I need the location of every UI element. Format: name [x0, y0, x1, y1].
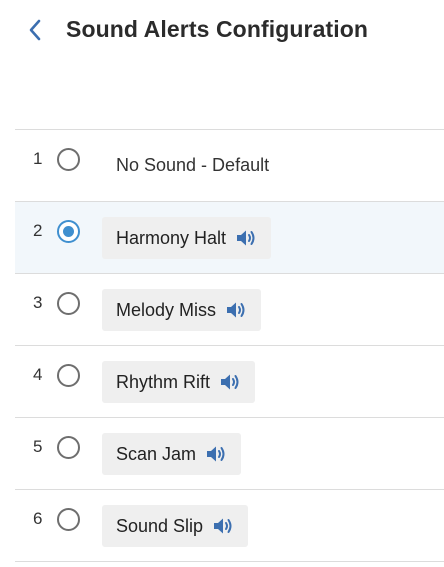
option-number: 6 — [33, 509, 43, 528]
sound-preview-chip[interactable]: Rhythm Rift — [102, 361, 256, 403]
speaker-icon[interactable] — [212, 516, 234, 536]
chevron-left-icon — [29, 19, 41, 41]
page-title: Sound Alerts Configuration — [66, 16, 369, 42]
option-number: 5 — [33, 437, 43, 456]
sound-option-row[interactable]: 3 Melody Miss — [15, 274, 444, 346]
sound-preview-chip[interactable]: Scan Jam — [102, 433, 242, 475]
sound-option-row[interactable]: 4 Rhythm Rift — [15, 346, 444, 418]
header: Sound Alerts Configuration — [0, 0, 444, 62]
sound-preview-chip[interactable]: Melody Miss — [102, 289, 262, 331]
speaker-icon[interactable] — [205, 444, 227, 464]
option-label: Scan Jam — [116, 443, 197, 464]
speaker-icon[interactable] — [225, 300, 247, 320]
sound-preview-chip[interactable]: Harmony Halt — [102, 217, 272, 259]
option-number: 3 — [33, 293, 43, 312]
option-label: Harmony Halt — [116, 227, 227, 248]
option-radio[interactable] — [57, 292, 80, 315]
sound-option-row[interactable]: 1 No Sound - Default — [15, 130, 444, 202]
option-number: 2 — [33, 221, 43, 240]
speaker-icon[interactable] — [235, 228, 257, 248]
option-label: Sound Slip — [116, 515, 204, 536]
option-radio-selected[interactable] — [57, 220, 80, 243]
sound-preview-chip[interactable]: Sound Slip — [102, 505, 249, 547]
sound-option-row[interactable]: 5 Scan Jam — [15, 418, 444, 490]
option-label: Melody Miss — [116, 299, 217, 320]
option-radio[interactable] — [57, 148, 80, 171]
option-label: No Sound - Default — [116, 155, 270, 175]
option-label: Rhythm Rift — [116, 371, 211, 392]
sound-options-list: 1 No Sound - Default 2 Harmony Halt 3 Me… — [15, 129, 444, 562]
option-radio[interactable] — [57, 364, 80, 387]
option-radio[interactable] — [57, 436, 80, 459]
back-button[interactable] — [22, 16, 48, 44]
speaker-icon[interactable] — [219, 372, 241, 392]
option-number: 1 — [33, 149, 43, 168]
option-radio[interactable] — [57, 508, 80, 531]
option-number: 4 — [33, 365, 43, 384]
radio-dot — [63, 226, 74, 237]
sound-option-row[interactable]: 2 Harmony Halt — [15, 202, 444, 274]
sound-option-row[interactable]: 6 Sound Slip — [15, 490, 444, 562]
